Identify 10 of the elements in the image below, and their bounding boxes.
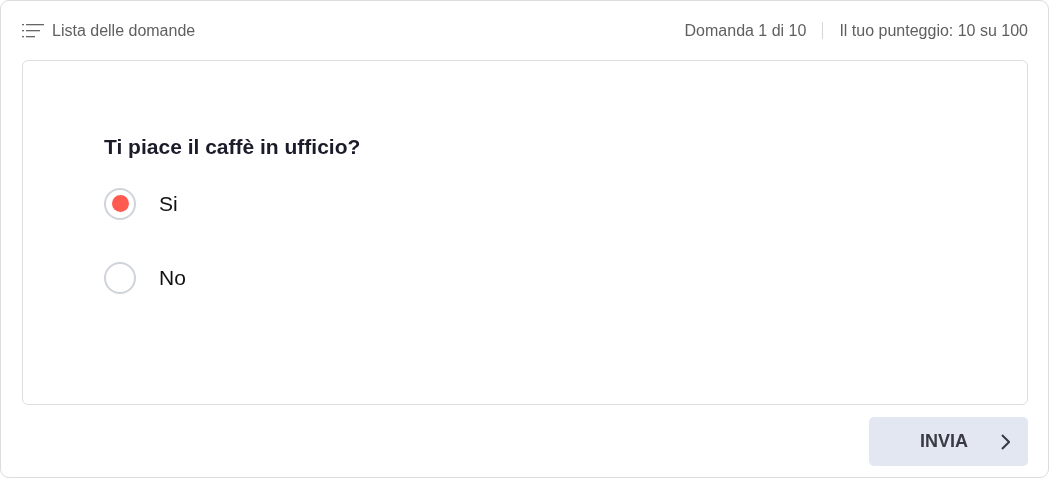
question-text: Ti piace il caffè in ufficio? [104, 134, 362, 160]
answer-option[interactable]: No [104, 261, 209, 336]
question-list-link[interactable]: Lista delle domande [22, 18, 196, 43]
score-text: Il tuo punteggio: 10 su 100 [839, 20, 1028, 41]
answer-option[interactable]: Si [104, 187, 201, 262]
list-icon [22, 23, 44, 38]
chevron-right-icon [1000, 433, 1010, 450]
radio-button[interactable] [104, 187, 136, 220]
submit-button[interactable]: INVIA [869, 417, 1028, 466]
radio-button[interactable] [104, 261, 136, 294]
